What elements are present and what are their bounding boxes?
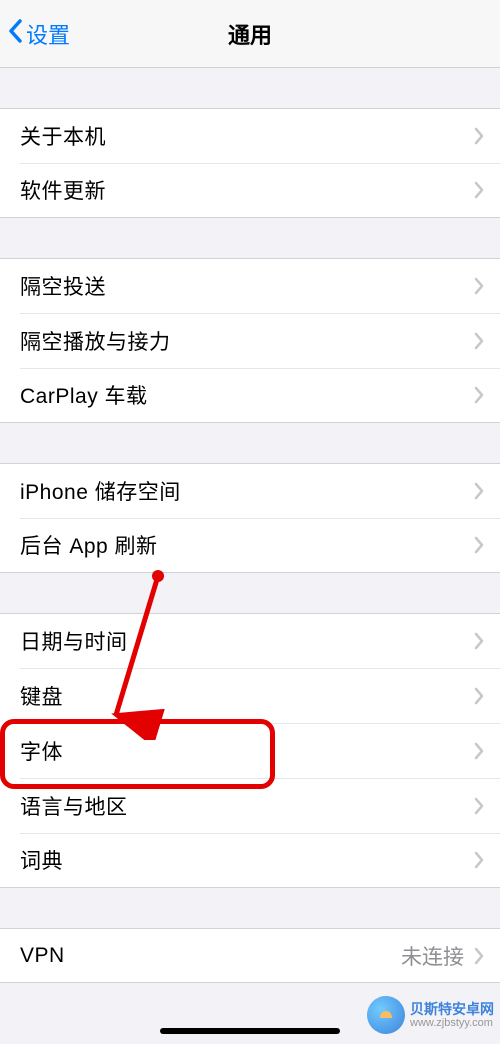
row-label: VPN [20, 944, 401, 968]
row-label: 字体 [20, 736, 474, 766]
row-dictionary[interactable]: 词典 [0, 833, 500, 888]
back-label: 设置 [26, 18, 70, 50]
row-label: 后台 App 刷新 [20, 530, 474, 560]
watermark-name: 贝斯特安卓网 [410, 1001, 494, 1017]
row-vpn[interactable]: VPN未连接 [0, 928, 500, 983]
row-label: 软件更新 [20, 175, 474, 205]
page-title: 通用 [228, 18, 272, 50]
back-button[interactable]: 设置 [8, 18, 70, 50]
chevron-right-icon [474, 797, 484, 815]
chevron-right-icon [474, 386, 484, 404]
row-airplay-handoff[interactable]: 隔空播放与接力 [0, 313, 500, 368]
row-software-update[interactable]: 软件更新 [0, 163, 500, 218]
row-label: iPhone 储存空间 [20, 476, 474, 506]
row-label: 日期与时间 [20, 626, 474, 656]
settings-group: 关于本机软件更新 [0, 108, 500, 218]
row-label: 语言与地区 [20, 791, 474, 821]
nav-bar: 设置 通用 [0, 0, 500, 68]
chevron-right-icon [474, 536, 484, 554]
row-airdrop[interactable]: 隔空投送 [0, 258, 500, 313]
row-label: 关于本机 [20, 121, 474, 151]
settings-group: VPN未连接 [0, 928, 500, 983]
row-keyboard[interactable]: 键盘 [0, 668, 500, 723]
home-indicator [160, 1028, 340, 1034]
chevron-right-icon [474, 851, 484, 869]
watermark-logo-icon [367, 996, 405, 1034]
row-label: 隔空播放与接力 [20, 326, 474, 356]
settings-group: 日期与时间键盘字体语言与地区词典 [0, 613, 500, 888]
chevron-right-icon [474, 947, 484, 965]
settings-group: 隔空投送隔空播放与接力 CarPlay 车载 [0, 258, 500, 423]
chevron-right-icon [474, 482, 484, 500]
chevron-right-icon [474, 181, 484, 199]
chevron-left-icon [8, 19, 24, 49]
chevron-right-icon [474, 277, 484, 295]
chevron-right-icon [474, 742, 484, 760]
chevron-right-icon [474, 687, 484, 705]
row-label: 词典 [20, 845, 474, 875]
chevron-right-icon [474, 127, 484, 145]
row-value: 未连接 [401, 941, 464, 971]
chevron-right-icon [474, 632, 484, 650]
row-label: 隔空投送 [20, 271, 474, 301]
chevron-right-icon [474, 332, 484, 350]
row-label: 键盘 [20, 681, 474, 711]
row-carplay[interactable]: CarPlay 车载 [0, 368, 500, 423]
row-language-region[interactable]: 语言与地区 [0, 778, 500, 833]
row-date-time[interactable]: 日期与时间 [0, 613, 500, 668]
settings-group: iPhone 储存空间后台 App 刷新 [0, 463, 500, 573]
row-fonts[interactable]: 字体 [0, 723, 500, 778]
row-background-app-refresh[interactable]: 后台 App 刷新 [0, 518, 500, 573]
settings-content: 关于本机软件更新隔空投送隔空播放与接力 CarPlay 车载 iPhone 储存空间… [0, 108, 500, 983]
watermark: 贝斯特安卓网 www.zjbstyy.com [367, 996, 494, 1034]
row-about[interactable]: 关于本机 [0, 108, 500, 163]
watermark-url: www.zjbstyy.com [410, 1017, 494, 1030]
row-iphone-storage[interactable]: iPhone 储存空间 [0, 463, 500, 518]
row-label: CarPlay 车载 [20, 380, 474, 410]
